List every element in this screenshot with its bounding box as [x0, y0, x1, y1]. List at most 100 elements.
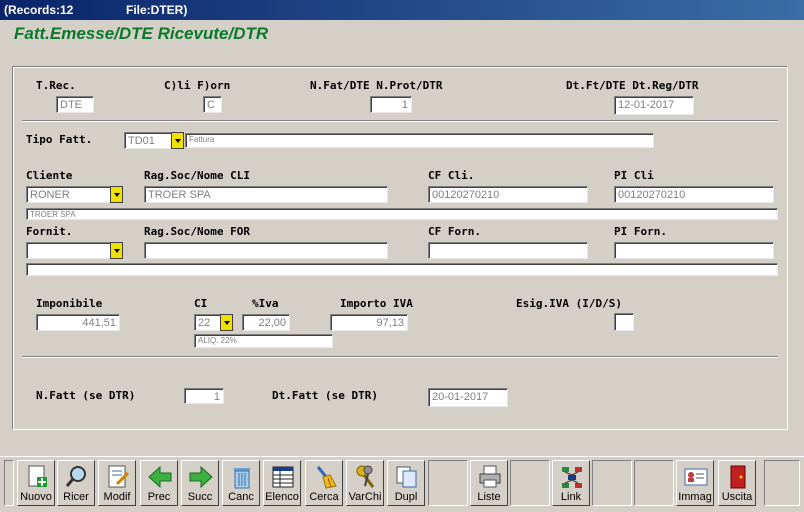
canc-button[interactable]: Canc — [222, 460, 260, 506]
edit-document-icon — [108, 465, 130, 488]
arrow-right-icon — [189, 465, 213, 489]
pi-cli-label: PI Cli — [614, 169, 654, 182]
cerca-button-label: Cerca — [309, 491, 339, 503]
ragsoc-for-field[interactable] — [144, 242, 388, 259]
importo-iva-label: Importo IVA — [340, 297, 413, 310]
modif-button[interactable]: Modif — [98, 460, 136, 506]
t-rec-label: T.Rec. — [36, 79, 76, 92]
uscita-button[interactable]: Uscita — [718, 460, 756, 506]
toolbar-empty-slot — [592, 460, 632, 506]
dtfatt-dtr-label: Dt.Fatt (se DTR) — [272, 389, 378, 402]
dupl-button-label: Dupl — [394, 491, 418, 503]
fornit-desc-field[interactable] — [26, 263, 778, 276]
form-title: Fatt.Emesse/DTE Ricevute/DTR — [14, 24, 269, 43]
toolbar-empty-slot — [510, 460, 550, 506]
fornit-dropdown-button[interactable] — [110, 242, 123, 259]
list-table-icon — [272, 466, 294, 488]
link-button-label: Link — [560, 491, 582, 503]
ricer-button[interactable]: Ricer — [57, 460, 95, 506]
ricer-button-label: Ricer — [63, 491, 89, 503]
cf-cli-label: CF Cli. — [428, 169, 475, 182]
esig-iva-field[interactable] — [614, 313, 634, 331]
varchi-button-label: VarChi — [348, 491, 382, 503]
dtft-field[interactable]: 12-01-2017 — [614, 96, 694, 115]
window-titlebar: (Records:12 File:DTER) — [0, 0, 804, 20]
t-rec-field[interactable]: DTE — [56, 96, 94, 113]
broom-icon — [316, 466, 337, 489]
dtfatt-dtr-field[interactable]: 20-01-2017 — [428, 388, 508, 407]
cliente-field[interactable]: RONER — [26, 186, 111, 203]
dupl-button[interactable]: Dupl — [387, 460, 425, 506]
magnifier-icon — [65, 466, 86, 487]
arrow-left-icon — [148, 465, 172, 489]
pi-forn-label: PI Forn. — [614, 225, 667, 238]
piva-field[interactable]: 22,00 — [242, 314, 290, 331]
uscita-button-label: Uscita — [721, 491, 753, 503]
toolbar-empty-slot — [634, 460, 674, 506]
printer-icon — [479, 465, 501, 488]
pi-forn-field[interactable] — [614, 242, 774, 259]
varchi-button[interactable]: VarChi — [346, 460, 384, 506]
nuovo-button-label: Nuovo — [20, 491, 52, 503]
succ-button-label: Succ — [187, 491, 213, 503]
ragsoc-cli-field[interactable]: TROER SPA — [144, 186, 388, 203]
cliente-label: Cliente — [26, 169, 73, 182]
nuovo-button[interactable]: Nuovo — [17, 460, 55, 506]
imponibile-field[interactable]: 441,51 — [36, 314, 120, 331]
ci-field[interactable]: 22 — [194, 314, 221, 331]
toolbar-empty-slot — [428, 460, 468, 506]
prec-button[interactable]: Prec — [140, 460, 178, 506]
cf-cli-field[interactable]: 00120270210 — [428, 186, 588, 203]
dtft-label: Dt.Ft/DTE Dt.Reg/DTR — [566, 79, 699, 92]
nfatt-dtr-label: N.Fatt (se DTR) — [36, 389, 136, 402]
separator — [22, 356, 778, 358]
immag-button-label: Immag — [678, 491, 712, 503]
importo-iva-field[interactable]: 97,13 — [330, 314, 408, 331]
aliq-desc-field[interactable]: ALIQ. 22% — [194, 334, 333, 348]
ragsoc-for-label: Rag.Soc/Nome FOR — [144, 225, 250, 238]
exit-door-icon — [730, 465, 746, 489]
piva-label: %Iva — [252, 297, 279, 310]
tipo-fatt-code-field[interactable]: TD01 — [124, 132, 172, 149]
toolbar-grip — [4, 460, 14, 506]
separator — [22, 120, 778, 122]
keys-icon — [356, 465, 375, 488]
duplicate-icon — [396, 466, 417, 488]
cliente-dropdown-button[interactable] — [110, 186, 123, 203]
liste-button[interactable]: Liste — [470, 460, 508, 506]
link-button[interactable]: Link — [552, 460, 590, 506]
nfatt-dtr-field[interactable]: 1 — [184, 388, 224, 404]
cf-forn-label: CF Forn. — [428, 225, 481, 238]
elenco-button[interactable]: Elenco — [263, 460, 301, 506]
elenco-button-label: Elenco — [265, 491, 299, 503]
ci-dropdown-button[interactable] — [220, 314, 233, 331]
fornit-field[interactable] — [26, 242, 111, 259]
fornit-label: Fornit. — [26, 225, 73, 238]
records-count: (Records:12 — [4, 3, 74, 17]
network-link-icon — [562, 467, 582, 488]
file-name: File:DTER) — [126, 3, 188, 17]
cliente-desc-field[interactable]: TROER SPA — [26, 208, 778, 220]
tipo-fatt-label: Tipo Fatt. — [26, 133, 93, 146]
id-card-icon — [684, 468, 708, 486]
succ-button[interactable]: Succ — [181, 460, 219, 506]
tipo-fatt-dropdown-button[interactable] — [171, 132, 184, 149]
esig-iva-label: Esig.IVA (I/D/S) — [516, 297, 622, 310]
immag-button[interactable]: Immag — [676, 460, 714, 506]
cli-forn-field[interactable]: C — [203, 96, 222, 113]
ragsoc-cli-label: Rag.Soc/Nome CLI — [144, 169, 250, 182]
pi-cli-field[interactable]: 00120270210 — [614, 186, 774, 203]
liste-button-label: Liste — [477, 491, 501, 503]
cf-forn-field[interactable] — [428, 242, 588, 259]
tipo-fatt-desc-field[interactable]: Fattura — [185, 133, 654, 148]
cerca-button[interactable]: Cerca — [305, 460, 343, 506]
ci-label: CI — [194, 297, 208, 310]
modif-button-label: Modif — [103, 491, 131, 503]
toolbar-empty-slot — [764, 460, 800, 506]
cli-forn-label: C)li F)orn — [164, 79, 231, 92]
new-document-icon — [28, 465, 47, 487]
trash-icon — [234, 468, 250, 489]
nfat-field[interactable]: 1 — [370, 96, 412, 113]
imponibile-label: Imponibile — [36, 297, 103, 310]
canc-button-label: Canc — [228, 491, 254, 503]
